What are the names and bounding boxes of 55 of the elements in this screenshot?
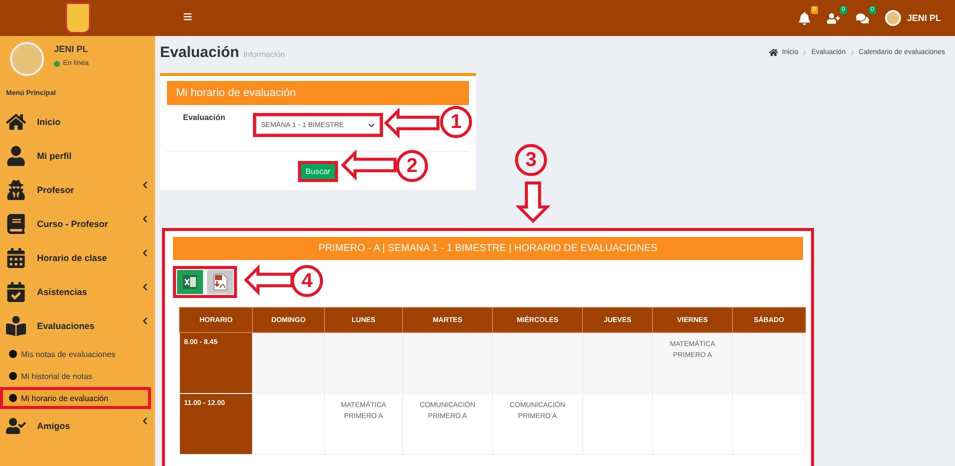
notification-button[interactable] <box>826 12 840 24</box>
sidebar-item[interactable]: Evaluaciones <box>0 309 155 343</box>
step-number: 4 <box>291 265 323 297</box>
sidebar-item[interactable]: Profesor <box>0 173 155 207</box>
sidebar-item[interactable]: Horario de clase <box>0 241 155 275</box>
excel-export-button[interactable] <box>177 270 203 294</box>
avatar-icon[interactable] <box>884 10 901 26</box>
reader-icon <box>6 316 26 336</box>
user-check-icon <box>6 416 26 436</box>
home-icon <box>769 48 778 57</box>
pdf-file-icon <box>212 273 228 291</box>
avatar-icon <box>10 42 44 76</box>
step-number: 3 <box>515 144 547 176</box>
card-header: Mi horario de evaluación <box>167 81 469 105</box>
separator-icon <box>802 50 808 55</box>
arrow-icon <box>384 107 440 139</box>
arrow-icon <box>244 264 294 296</box>
calendar-icon <box>6 248 26 268</box>
chevron-icon <box>368 122 375 128</box>
submenu-item[interactable]: Mi horario de evaluación <box>0 387 151 409</box>
arrow-icon <box>515 182 551 224</box>
sidebar-item[interactable]: Inicio <box>0 105 155 139</box>
user-plus-icon <box>826 12 840 24</box>
separator-icon <box>850 50 855 55</box>
page-subtitle: Información <box>243 50 285 59</box>
menu-button[interactable]: ≡ <box>183 9 192 27</box>
notification-button[interactable] <box>856 12 869 24</box>
logo-icon <box>64 2 90 34</box>
sidebar-item[interactable]: Mi perfil <box>0 139 155 173</box>
book-icon <box>6 214 26 234</box>
step-number: 2 <box>396 150 428 182</box>
home-icon <box>6 112 26 132</box>
user-icon <box>6 146 26 166</box>
pdf-export-button[interactable] <box>207 270 233 294</box>
notification-button[interactable] <box>798 12 811 24</box>
page-title: Evaluación <box>160 44 240 61</box>
step-number: 1 <box>440 106 472 138</box>
panel-header: PRIMERO - A | SEMANA 1 - 1 BIMESTRE | HORARIO DE EVALUACIONES <box>173 237 803 260</box>
spreadsheet-icon <box>182 274 198 290</box>
chat-icon <box>856 12 869 24</box>
sidebar-item[interactable]: Curso - Profesor <box>0 207 155 241</box>
field-label: Evaluación <box>183 113 226 122</box>
bullet-icon <box>9 394 17 402</box>
user-name[interactable]: JENI PL <box>906 13 941 23</box>
submenu-item[interactable]: Mi historial de notas <box>0 365 151 387</box>
sidebar-item[interactable]: Asistencias <box>0 275 155 309</box>
spy-icon <box>6 180 26 200</box>
bullet-icon <box>9 350 17 358</box>
submenu-item[interactable]: Mis notas de evaluaciones <box>0 343 151 365</box>
arrow-icon <box>340 149 396 181</box>
user-name: JENI PL <box>54 44 89 54</box>
bullet-icon <box>9 372 17 380</box>
bell-icon <box>798 12 811 24</box>
calendar-check-icon <box>6 282 26 302</box>
sidebar-item[interactable]: Amigos <box>0 409 155 443</box>
